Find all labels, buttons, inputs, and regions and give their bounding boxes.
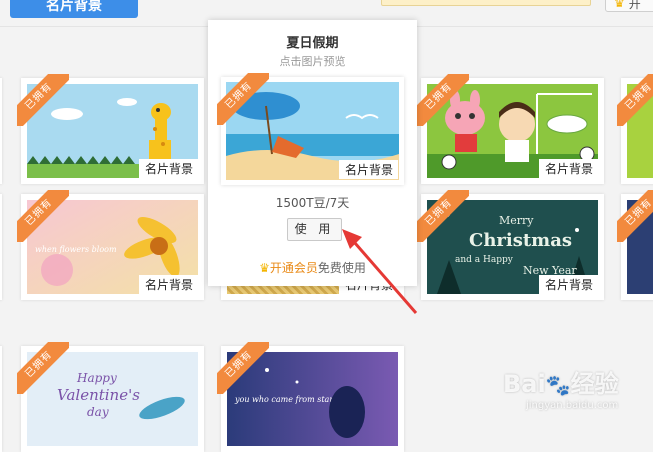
open-button[interactable]: ♛ 开 (605, 0, 653, 12)
card-partial-left[interactable] (0, 194, 2, 300)
svg-text:when flowers bloom: when flowers bloom (35, 245, 117, 254)
owned-badge: 已拥有 (17, 74, 69, 126)
card-label: 名片背景 (138, 275, 198, 294)
card-giraffe[interactable] (0, 78, 2, 184)
card-label: 名片背景 (538, 159, 598, 178)
svg-text:Happy: Happy (76, 371, 117, 385)
card-christmas[interactable]: Merry Christmas and a Happy New Year 已拥有… (417, 190, 604, 300)
card-kids[interactable]: 已拥有 名片背景 (417, 74, 604, 184)
price-text: 1500T豆/7天 (275, 196, 350, 210)
top-banner (381, 0, 591, 6)
card-partial[interactable]: 已拥有 (617, 74, 653, 184)
card-label: 名片背景 (138, 159, 198, 178)
crown-icon: ♛ (259, 261, 270, 275)
owned-badge: 已拥有 (17, 190, 69, 242)
card-label: 名片背景 (338, 160, 398, 179)
svg-text:and a Happy: and a Happy (455, 255, 514, 265)
owned-badge: 已拥有 (217, 342, 269, 394)
svg-text:Valentine's: Valentine's (57, 386, 140, 404)
svg-text:you who came from star: you who came from star (234, 395, 334, 404)
watermark-url: jingyan.baidu.com (526, 400, 619, 411)
card-label: 名片背景 (538, 275, 598, 294)
owned-badge: 已拥有 (17, 342, 69, 394)
card-star[interactable]: you who came from star 已拥有 (217, 342, 404, 452)
popup-title: 夏日假期 (286, 36, 339, 51)
popup-subtitle: 点击图片预览 (279, 55, 346, 68)
card-partial-right[interactable]: 已拥有 (617, 190, 653, 300)
popup-preview-card[interactable]: 已拥有 名片背景 (217, 73, 404, 185)
svg-text:day: day (87, 405, 109, 419)
card-valentine[interactable]: Happy Valentine's day 已拥有 (17, 342, 204, 452)
baidu-watermark: Bai🐾经验 (503, 370, 619, 398)
use-button[interactable]: 使 用 (287, 218, 342, 241)
crown-icon: ♛ (614, 0, 625, 10)
owned-badge: 已拥有 (417, 74, 469, 126)
owned-badge: 已拥有 (217, 73, 269, 125)
card-flowers[interactable]: when flowers bloom 已拥有 名片背景 (17, 190, 204, 300)
svg-text:Merry: Merry (499, 214, 534, 227)
owned-badge: 已拥有 (617, 74, 653, 126)
annotation-arrow (342, 229, 418, 314)
card-partial-left-3[interactable] (0, 346, 2, 452)
business-card-bg-button[interactable]: 名片背景 (10, 0, 138, 18)
owned-badge: 已拥有 (417, 190, 469, 242)
card-giraffe[interactable]: 已拥有 名片背景 (17, 74, 204, 184)
svg-text:Christmas: Christmas (469, 230, 572, 251)
owned-badge: 已拥有 (617, 190, 653, 242)
